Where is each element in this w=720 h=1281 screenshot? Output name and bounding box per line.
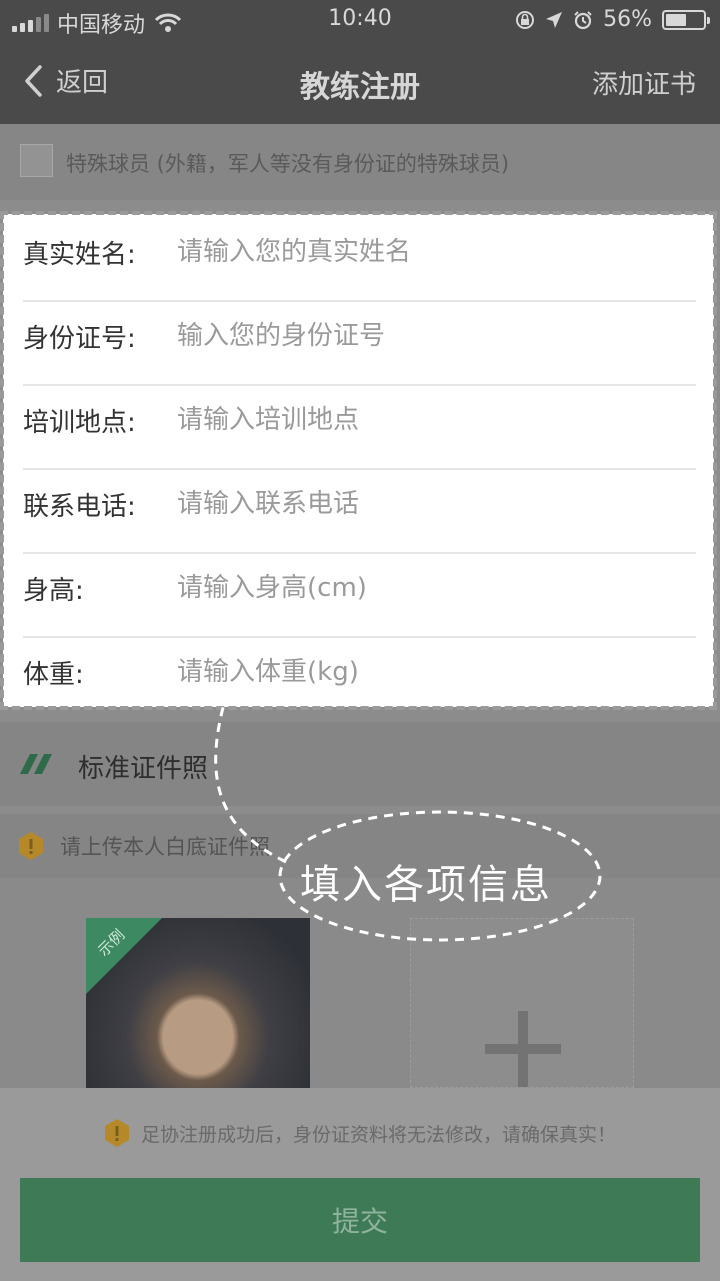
field-label: 身高: bbox=[23, 576, 84, 606]
location-icon bbox=[546, 11, 563, 28]
submit-warning: 足协注册成功后，身份证资料将无法修改，请确保真实！ bbox=[0, 1118, 720, 1154]
photo-section-title: 标准证件照 bbox=[78, 754, 209, 784]
form-field-row: 身高: bbox=[23, 554, 697, 638]
upload-photo-button[interactable] bbox=[410, 918, 634, 1088]
special-player-checkbox[interactable] bbox=[20, 144, 53, 177]
photo-notice-text: 请上传本人白底证件照 bbox=[60, 835, 270, 859]
plus-icon bbox=[485, 1011, 561, 1087]
lock-rotation-icon bbox=[516, 10, 535, 29]
field-input[interactable] bbox=[177, 400, 697, 440]
battery-percent: 56% bbox=[603, 7, 652, 32]
field-label: 真实姓名: bbox=[23, 240, 136, 270]
special-player-row[interactable]: 特殊球员 (外籍，军人等没有身份证的特殊球员) bbox=[0, 124, 720, 200]
add-certificate-button[interactable]: 添加证书 bbox=[592, 64, 696, 101]
field-label: 培训地点: bbox=[23, 408, 136, 438]
special-player-label: 特殊球员 (外籍，军人等没有身份证的特殊球员) bbox=[66, 152, 510, 176]
form-field-row: 联系电话: bbox=[23, 470, 697, 554]
status-bar: 中国移动 10:40 56% bbox=[0, 0, 720, 40]
nav-bar: 返回 教练注册 添加证书 bbox=[0, 40, 720, 124]
field-input[interactable] bbox=[177, 484, 697, 524]
field-input[interactable] bbox=[177, 568, 697, 608]
battery-icon bbox=[662, 9, 710, 30]
registration-form: 真实姓名: 身份证号: 培训地点: 联系电话: 身高: 体重: bbox=[0, 211, 717, 710]
warning-hex-icon bbox=[19, 832, 43, 860]
field-label: 身份证号: bbox=[23, 324, 136, 354]
form-field-row: 培训地点: bbox=[23, 386, 697, 470]
form-field-row: 真实姓名: bbox=[23, 218, 697, 302]
form-field-row: 体重: bbox=[23, 638, 697, 722]
submit-warning-text: 足协注册成功后，身份证资料将无法修改，请确保真实！ bbox=[141, 1123, 617, 1146]
bottom-bar: 足协注册成功后，身份证资料将无法修改，请确保真实！ 提交 bbox=[0, 1088, 720, 1281]
stripes-icon bbox=[20, 754, 52, 774]
field-input[interactable] bbox=[177, 232, 697, 272]
field-input[interactable] bbox=[177, 316, 697, 356]
field-input[interactable] bbox=[177, 652, 697, 692]
alarm-icon bbox=[574, 10, 592, 29]
photo-section-header: 标准证件照 bbox=[0, 722, 720, 806]
submit-button[interactable]: 提交 bbox=[20, 1178, 700, 1262]
field-label: 联系电话: bbox=[23, 492, 136, 522]
warning-hex-icon bbox=[104, 1119, 129, 1147]
sample-corner-badge bbox=[86, 918, 162, 994]
form-field-row: 身份证号: bbox=[23, 302, 697, 386]
annotation-bubble-text: 填入各项信息 bbox=[300, 862, 552, 908]
field-label: 体重: bbox=[23, 660, 84, 690]
content-area: 特殊球员 (外籍，军人等没有身份证的特殊球员) 真实姓名: 身份证号: 培训地点: 联… bbox=[0, 124, 720, 1281]
sample-id-photo: 示例 bbox=[86, 918, 310, 1088]
